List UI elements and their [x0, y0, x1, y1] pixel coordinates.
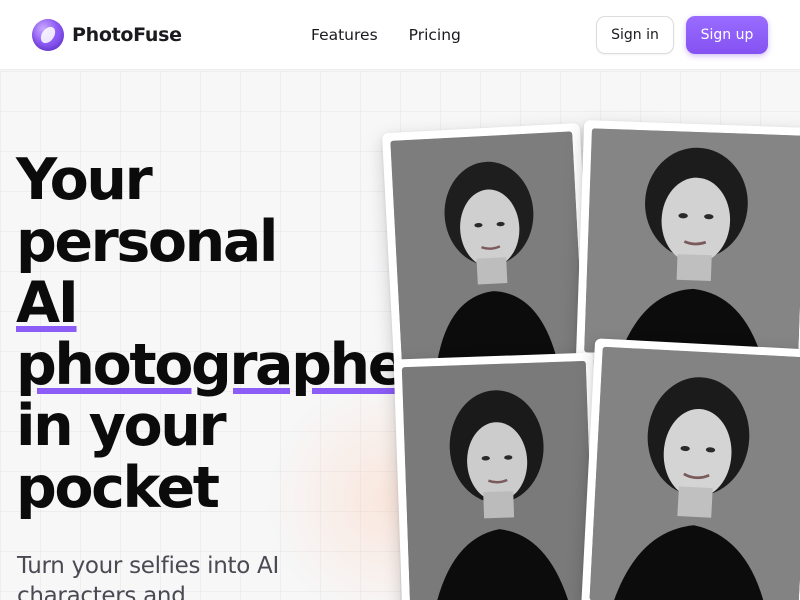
headline-line: pocket	[16, 454, 220, 521]
hero-subtitle: Turn your selfies into AI characters and	[17, 553, 279, 600]
site-header: PhotoFuse Features Pricing Sign in Sign …	[0, 0, 800, 70]
portrait-image	[584, 128, 800, 360]
portrait-photo-1	[381, 122, 593, 372]
nav-link-pricing[interactable]: Pricing	[409, 24, 461, 46]
photofuse-logo-icon	[32, 19, 64, 51]
portrait-image	[401, 360, 595, 600]
portrait-image	[390, 131, 584, 363]
hero-headline: Your personal AI photographer in your po…	[16, 147, 436, 521]
headline-line: in your	[16, 393, 227, 459]
brand-logo-link[interactable]: PhotoFuse	[32, 18, 182, 52]
headline-line: Your	[16, 147, 153, 213]
brand-name: PhotoFuse	[72, 24, 182, 46]
nav-link-features[interactable]: Features	[311, 24, 378, 46]
portrait-photo-3	[393, 352, 603, 600]
main-nav: Features Pricing	[311, 24, 461, 46]
sign-in-button[interactable]: Sign in	[596, 16, 674, 54]
headline-highlight-photographer: photographer	[16, 331, 432, 398]
sign-up-button[interactable]: Sign up	[686, 16, 768, 54]
portrait-image	[589, 346, 800, 600]
portrait-photo-2	[575, 120, 800, 368]
headline-highlight-ai: AI	[16, 270, 79, 336]
headline-line: personal	[16, 208, 278, 275]
portrait-photo-4	[581, 338, 800, 600]
